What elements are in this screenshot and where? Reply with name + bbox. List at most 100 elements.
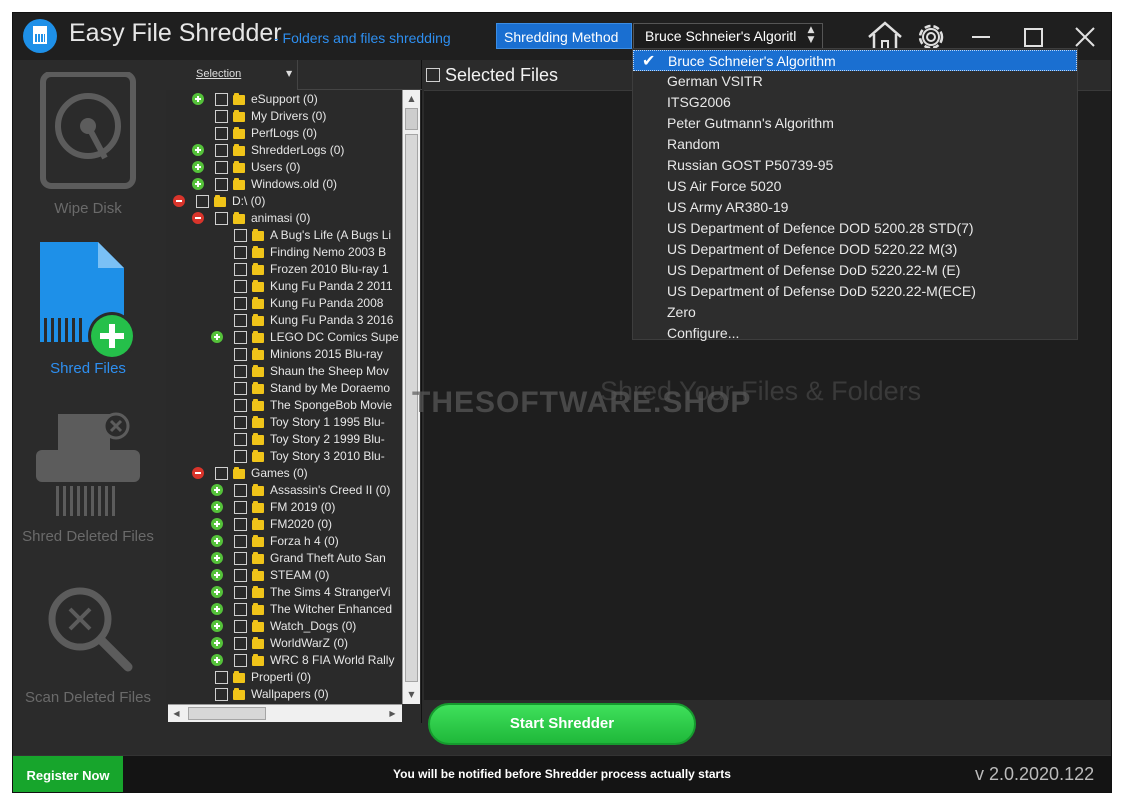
scroll-up-icon[interactable]: ▲ (403, 90, 420, 107)
expand-icon[interactable] (211, 586, 223, 598)
scroll-down-icon[interactable]: ▼ (403, 686, 420, 703)
expand-icon[interactable] (211, 331, 223, 343)
select-arrows-icon[interactable]: ▲ ▼ (803, 25, 819, 47)
tree-checkbox[interactable] (234, 416, 247, 429)
expand-icon[interactable] (192, 144, 204, 156)
tree-checkbox[interactable] (215, 144, 228, 157)
tree-checkbox[interactable] (234, 331, 247, 344)
tree-checkbox[interactable] (234, 501, 247, 514)
scrollbar-segment[interactable] (405, 108, 418, 130)
scroll-left-icon[interactable]: ◀ (168, 705, 185, 722)
collapse-icon[interactable] (173, 195, 185, 207)
expand-icon[interactable] (211, 654, 223, 666)
tree-row[interactable]: FM 2019 (0) (166, 499, 402, 516)
tree-row[interactable]: Kung Fu Panda 3 2016 (166, 312, 402, 329)
tree-checkbox[interactable] (234, 229, 247, 242)
register-now-button[interactable]: Register Now (13, 756, 123, 792)
method-option[interactable]: ITSG2006 (633, 92, 1077, 113)
tree-row[interactable]: FM2020 (0) (166, 516, 402, 533)
tree-row[interactable]: The SpongeBob Movie (166, 397, 402, 414)
tree-row[interactable]: Minions 2015 Blu-ray (166, 346, 402, 363)
tree-checkbox[interactable] (215, 110, 228, 123)
tree-row[interactable]: WRC 8 FIA World Rally (166, 652, 402, 669)
expand-icon[interactable] (211, 501, 223, 513)
tree-horizontal-scrollbar[interactable]: ◀ ▶ (168, 704, 402, 722)
shredding-method-select[interactable]: Bruce Schneier's Algoritl (633, 23, 823, 49)
start-shredder-button[interactable]: Start Shredder (428, 703, 696, 745)
tree-checkbox[interactable] (234, 348, 247, 361)
tree-checkbox[interactable] (215, 467, 228, 480)
tree-row[interactable]: Toy Story 2 1999 Blu- (166, 431, 402, 448)
tree-checkbox[interactable] (234, 450, 247, 463)
tree-row[interactable]: Users (0) (166, 159, 402, 176)
method-option[interactable]: US Department of Defense DoD 5220.22-M (… (633, 260, 1077, 281)
expand-icon[interactable] (192, 93, 204, 105)
tree-checkbox[interactable] (234, 552, 247, 565)
tree-checkbox[interactable] (215, 212, 228, 225)
tree-checkbox[interactable] (215, 178, 228, 191)
tree-row[interactable]: Assassin's Creed II (0) (166, 482, 402, 499)
sidebar-item-shred-files[interactable]: Shred Files (13, 240, 163, 377)
scrollbar-thumb[interactable] (188, 707, 266, 720)
scroll-right-icon[interactable]: ▶ (384, 705, 401, 722)
tree-checkbox[interactable] (234, 535, 247, 548)
expand-icon[interactable] (211, 552, 223, 564)
tree-row[interactable]: Shaun the Sheep Mov (166, 363, 402, 380)
method-option[interactable]: Configure... (633, 323, 1077, 344)
tree-checkbox[interactable] (234, 382, 247, 395)
tree-checkbox[interactable] (234, 484, 247, 497)
method-option[interactable]: Random (633, 134, 1077, 155)
expand-icon[interactable] (192, 178, 204, 190)
select-all-checkbox[interactable] (426, 68, 440, 82)
method-option[interactable]: US Air Force 5020 (633, 176, 1077, 197)
expand-icon[interactable] (192, 161, 204, 173)
expand-icon[interactable] (211, 569, 223, 581)
tree-checkbox[interactable] (215, 671, 228, 684)
tree-row[interactable]: Stand by Me Doraemo (166, 380, 402, 397)
expand-icon[interactable] (211, 603, 223, 615)
tree-row[interactable]: Toy Story 3 2010 Blu- (166, 448, 402, 465)
tree-checkbox[interactable] (234, 365, 247, 378)
tree-row[interactable]: WorldWarZ (0) (166, 635, 402, 652)
tree-checkbox[interactable] (234, 620, 247, 633)
tree-checkbox[interactable] (234, 569, 247, 582)
tree-checkbox[interactable] (196, 195, 209, 208)
tree-checkbox[interactable] (234, 399, 247, 412)
method-option[interactable]: German VSITR (633, 71, 1077, 92)
tree-row[interactable]: Toy Story 1 1995 Blu- (166, 414, 402, 431)
tree-row[interactable]: My Drivers (0) (166, 108, 402, 125)
expand-icon[interactable] (211, 535, 223, 547)
tree-row[interactable]: Kung Fu Panda 2 2011 (166, 278, 402, 295)
shredding-method-dropdown[interactable]: ✔ Bruce Schneier's Algorithm German VSITR I… (632, 48, 1078, 341)
tree-row[interactable]: Finding Nemo 2003 B (166, 244, 402, 261)
tree-checkbox[interactable] (215, 127, 228, 140)
method-option[interactable]: US Army AR380-19 (633, 197, 1077, 218)
collapse-icon[interactable] (192, 467, 204, 479)
tree-row[interactable]: The Witcher Enhanced (166, 601, 402, 618)
tree-row[interactable]: Wallpapers (0) (166, 686, 402, 703)
tree-row[interactable]: Kung Fu Panda 2008 (166, 295, 402, 312)
sidebar-item-shred-deleted-files[interactable]: Shred Deleted Files (13, 410, 163, 545)
tree-checkbox[interactable] (215, 688, 228, 701)
method-option[interactable]: Peter Gutmann's Algorithm (633, 113, 1077, 134)
tree-checkbox[interactable] (234, 433, 247, 446)
method-option[interactable]: US Department of Defense DoD 5220.22-M(E… (633, 281, 1077, 302)
tree-row[interactable]: ShredderLogs (0) (166, 142, 402, 159)
tree-checkbox[interactable] (234, 518, 247, 531)
tree-row[interactable]: animasi (0) (166, 210, 402, 227)
tree-checkbox[interactable] (215, 93, 228, 106)
selection-column-header[interactable]: Selection ▼ (168, 60, 298, 90)
method-option[interactable]: Zero (633, 302, 1077, 323)
tree-row[interactable]: Watch_Dogs (0) (166, 618, 402, 635)
sidebar-item-wipe-disk[interactable]: Wipe Disk (13, 72, 163, 217)
expand-icon[interactable] (211, 620, 223, 632)
tree-row[interactable]: LEGO DC Comics Supe (166, 329, 402, 346)
tree-checkbox[interactable] (234, 314, 247, 327)
tree-row[interactable]: The Sims 4 StrangerVi (166, 584, 402, 601)
tree-row[interactable]: Properti (0) (166, 669, 402, 686)
tree-checkbox[interactable] (234, 603, 247, 616)
tree-row[interactable]: PerfLogs (0) (166, 125, 402, 142)
expand-icon[interactable] (211, 637, 223, 649)
method-option[interactable]: ✔ Bruce Schneier's Algorithm (633, 50, 1077, 71)
tree-checkbox[interactable] (234, 297, 247, 310)
